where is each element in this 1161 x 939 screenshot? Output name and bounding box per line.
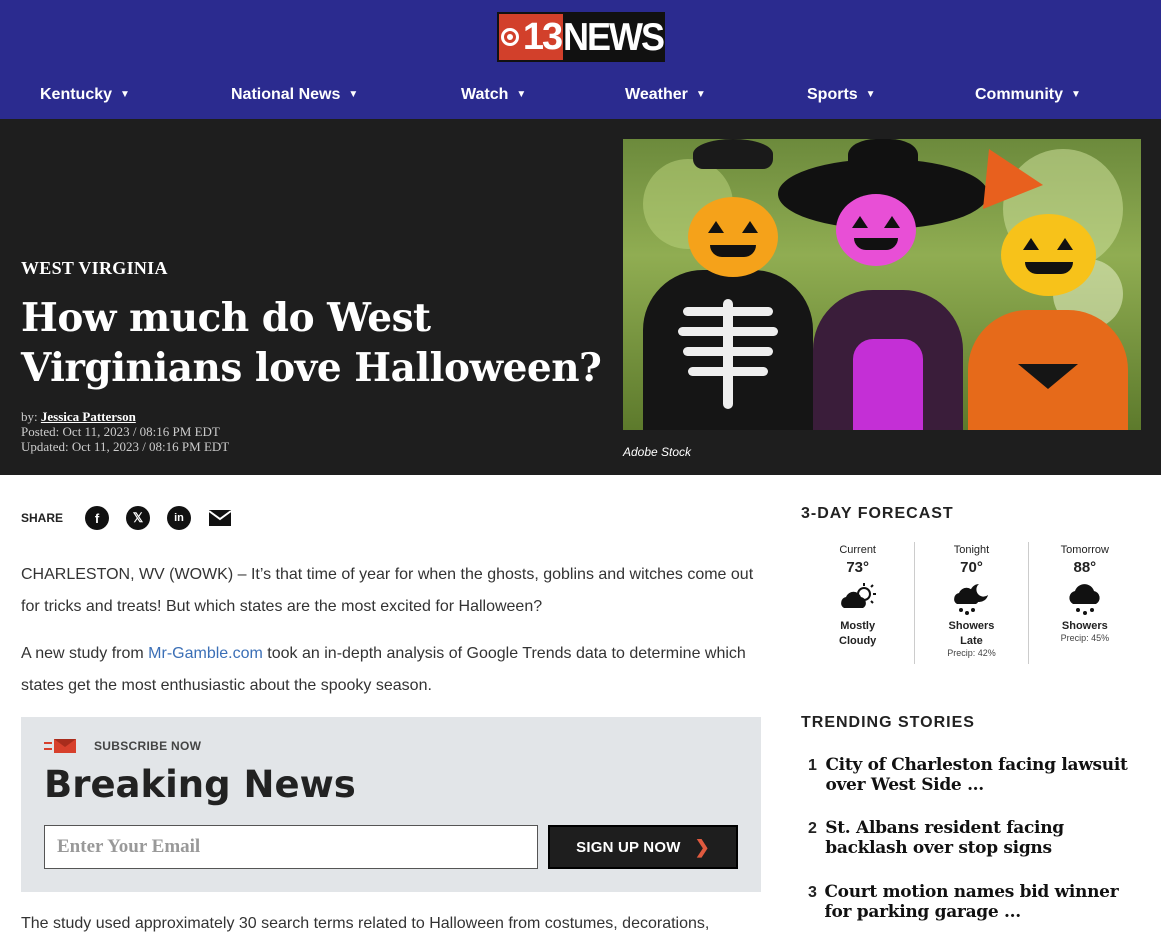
image-caption: Adobe Stock xyxy=(623,445,692,459)
article-kicker[interactable]: WEST VIRGINIA xyxy=(21,258,168,279)
logo-number: 13 xyxy=(499,14,563,60)
trending-item[interactable]: 3 Court motion names bid winner for park… xyxy=(808,882,1138,922)
caret-down-icon: ▼ xyxy=(1071,89,1081,100)
trending-item[interactable]: 1 City of Charleston facing lawsuit over… xyxy=(808,755,1138,795)
article-headline: How much do West Virginians love Hallowe… xyxy=(21,295,602,391)
caret-down-icon: ▼ xyxy=(348,89,359,100)
nav-item-watch[interactable]: Watch ▼ xyxy=(461,86,526,104)
email-input[interactable] xyxy=(44,825,538,869)
author-link[interactable]: Jessica Patterson xyxy=(41,409,136,424)
share-label: SHARE xyxy=(21,511,64,525)
forecast-heading: 3-DAY FORECAST xyxy=(801,505,954,522)
nav-item-sports[interactable]: Sports ▼ xyxy=(807,86,876,104)
article-byline: by: Jessica Patterson Posted: Oct 11, 20… xyxy=(21,409,230,454)
trending-item[interactable]: 2 St. Albans resident facing backlash ov… xyxy=(808,818,1138,858)
chevron-right-icon: ❯ xyxy=(694,836,710,857)
nav-item-weather[interactable]: Weather ▼ xyxy=(625,86,706,104)
forecast-day: Tonight 70° Showers Late Precip: 42% xyxy=(914,542,1027,664)
updated-date: Updated: Oct 11, 2023 / 08:16 PM EDT xyxy=(21,439,230,454)
linkedin-icon[interactable]: in xyxy=(167,506,192,530)
trending-heading: TRENDING STORIES xyxy=(801,714,975,731)
site-header: 13 NEWS Kentucky ▼ National News ▼ Watch ▼ … xyxy=(0,0,1161,119)
share-bar: SHARE f 𝕏 in xyxy=(21,506,249,530)
newsletter-signup: SUBSCRIBE NOW Breaking News SIGN UP NOW … xyxy=(21,717,761,892)
subscribe-eyebrow: SUBSCRIBE NOW xyxy=(44,739,201,753)
partly-cloudy-icon xyxy=(838,582,878,618)
nav-item-national-news[interactable]: National News ▼ xyxy=(231,86,358,104)
trending-link[interactable]: City of Charleston facing lawsuit over W… xyxy=(825,755,1138,795)
logo-word: NEWS xyxy=(563,12,665,62)
x-icon[interactable]: 𝕏 xyxy=(126,506,151,530)
mr-gamble-link[interactable]: Mr-Gamble.com xyxy=(148,645,263,662)
newsletter-title: Breaking News xyxy=(44,763,356,806)
trending-link[interactable]: Court motion names bid winner for parkin… xyxy=(824,882,1138,922)
article-paragraph: The study used approximately 30 search t… xyxy=(21,915,710,932)
hero-image xyxy=(623,139,1141,430)
main-nav: Kentucky ▼ National News ▼ Watch ▼ Weather ▼… xyxy=(0,86,1161,112)
night-showers-icon xyxy=(951,582,991,618)
envelope-icon xyxy=(54,739,76,753)
caret-down-icon: ▼ xyxy=(865,89,876,100)
article-paragraph: A new study from Mr-Gamble.com took an i… xyxy=(21,645,746,694)
caret-down-icon: ▼ xyxy=(516,89,527,100)
article-hero: WEST VIRGINIA How much do West Virginian… xyxy=(0,119,1161,475)
showers-icon xyxy=(1065,582,1105,618)
article-paragraph: CHARLESTON, WV (WOWK) – It’s that time o… xyxy=(21,566,754,615)
facebook-icon[interactable]: f xyxy=(85,506,110,530)
trending-link[interactable]: St. Albans resident facing backlash over… xyxy=(825,818,1138,858)
email-icon[interactable] xyxy=(208,506,232,530)
nav-item-community[interactable]: Community ▼ xyxy=(975,86,1081,104)
nav-item-kentucky[interactable]: Kentucky ▼ xyxy=(40,86,130,104)
posted-date: Posted: Oct 11, 2023 / 08:16 PM EDT xyxy=(21,424,220,439)
site-logo[interactable]: 13 NEWS xyxy=(497,12,665,62)
forecast-widget[interactable]: Current 73° Mostly Cloudy Tonight 70° Sh… xyxy=(801,542,1141,664)
forecast-day: Current 73° Mostly Cloudy xyxy=(838,544,878,647)
caret-down-icon: ▼ xyxy=(695,89,706,100)
caret-down-icon: ▼ xyxy=(120,89,130,100)
cbs-eye-icon xyxy=(500,28,519,46)
sign-up-button[interactable]: SIGN UP NOW ❯ xyxy=(548,825,738,869)
forecast-day: Tomorrow 88° Showers Precip: 45% xyxy=(1027,542,1141,664)
